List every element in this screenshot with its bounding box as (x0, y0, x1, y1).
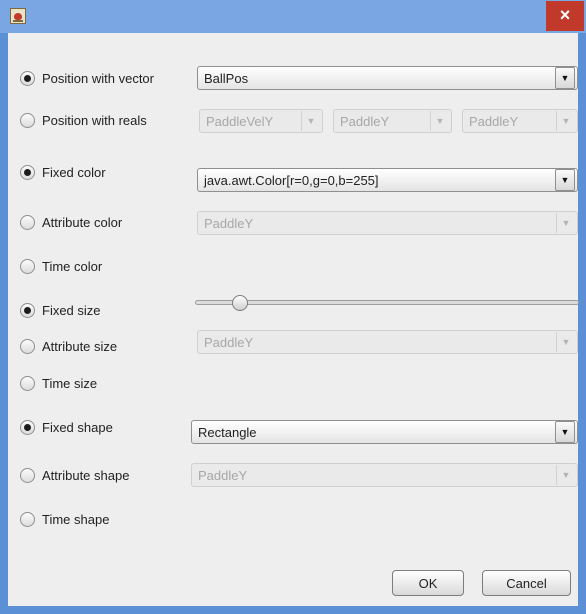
position-vector-option[interactable]: Position with vector (20, 67, 154, 89)
time-shape-radio[interactable] (20, 511, 35, 527)
attribute-color-radio[interactable] (20, 214, 35, 230)
time-size-radio[interactable] (20, 375, 35, 391)
attribute-shape-select: PaddleY ▼ (191, 463, 578, 487)
position-vector-select[interactable]: BallPos ▼ (197, 66, 578, 90)
position-reals-option[interactable]: Position with reals (20, 109, 147, 131)
attribute-color-value: PaddleY (204, 215, 254, 231)
attribute-shape-value: PaddleY (198, 467, 248, 483)
fixed-color-value: java.awt.Color[r=0,g=0,b=255] (204, 172, 379, 188)
cancel-button[interactable]: Cancel (482, 570, 571, 596)
fixed-shape-label: Fixed shape (42, 419, 113, 435)
position-reals-z-select: PaddleY ▼ (462, 109, 578, 133)
position-reals-label: Position with reals (42, 112, 147, 128)
time-color-option[interactable]: Time color (20, 255, 102, 277)
attribute-color-select: PaddleY ▼ (197, 211, 578, 235)
size-slider-thumb[interactable] (232, 295, 248, 311)
dialog-window: × Position with vector BallPos ▼ Positio… (0, 0, 586, 614)
fixed-size-label: Fixed size (42, 302, 101, 318)
size-slider-track[interactable] (195, 300, 579, 305)
attribute-shape-label: Attribute shape (42, 467, 130, 483)
fixed-color-select[interactable]: java.awt.Color[r=0,g=0,b=255] ▼ (197, 168, 578, 192)
position-vector-value: BallPos (204, 70, 249, 86)
attribute-color-option[interactable]: Attribute color (20, 211, 122, 233)
chevron-down-icon: ▼ (556, 213, 575, 233)
close-icon: × (559, 5, 571, 25)
chevron-down-icon: ▼ (556, 332, 575, 352)
time-size-option[interactable]: Time size (20, 372, 97, 394)
attribute-size-radio[interactable] (20, 338, 35, 354)
position-vector-label: Position with vector (42, 70, 154, 86)
position-reals-x-value: PaddleVelY (206, 113, 274, 129)
fixed-shape-radio[interactable] (20, 419, 35, 435)
position-reals-x-select: PaddleVelY ▼ (199, 109, 323, 133)
attribute-size-value: PaddleY (204, 334, 254, 350)
close-button[interactable]: × (546, 1, 584, 31)
fixed-shape-value: Rectangle (198, 424, 257, 440)
fixed-color-label: Fixed color (42, 164, 106, 180)
chevron-down-icon: ▼ (555, 169, 575, 191)
time-color-label: Time color (42, 258, 103, 274)
attribute-size-option[interactable]: Attribute size (20, 335, 117, 357)
fixed-size-option[interactable]: Fixed size (20, 299, 101, 321)
chevron-down-icon: ▼ (556, 465, 575, 485)
dialog-content: Position with vector BallPos ▼ Position … (8, 33, 579, 606)
chevron-down-icon: ▼ (555, 67, 575, 89)
fixed-shape-select[interactable]: Rectangle ▼ (191, 420, 578, 444)
position-reals-z-value: PaddleY (469, 113, 519, 129)
chevron-down-icon: ▼ (555, 421, 575, 443)
chevron-down-icon: ▼ (430, 111, 449, 131)
fixed-shape-option[interactable]: Fixed shape (20, 416, 113, 438)
time-color-radio[interactable] (20, 258, 35, 274)
chevron-down-icon: ▼ (556, 111, 575, 131)
fixed-color-radio[interactable] (20, 164, 35, 180)
ok-button[interactable]: OK (392, 570, 464, 596)
time-size-label: Time size (42, 375, 98, 391)
fixed-color-option[interactable]: Fixed color (20, 161, 106, 183)
attribute-shape-option[interactable]: Attribute shape (20, 464, 129, 486)
position-reals-y-value: PaddleY (340, 113, 390, 129)
attribute-color-label: Attribute color (42, 214, 123, 230)
java-cup-icon (10, 8, 26, 24)
attribute-shape-radio[interactable] (20, 467, 35, 483)
position-reals-radio[interactable] (20, 112, 35, 128)
title-bar[interactable]: × (0, 0, 586, 33)
attribute-size-label: Attribute size (42, 338, 118, 354)
position-reals-y-select: PaddleY ▼ (333, 109, 452, 133)
fixed-size-radio[interactable] (20, 302, 35, 318)
position-vector-radio[interactable] (20, 70, 35, 86)
attribute-size-select: PaddleY ▼ (197, 330, 578, 354)
time-shape-option[interactable]: Time shape (20, 508, 109, 530)
chevron-down-icon: ▼ (301, 111, 320, 131)
time-shape-label: Time shape (42, 511, 110, 527)
